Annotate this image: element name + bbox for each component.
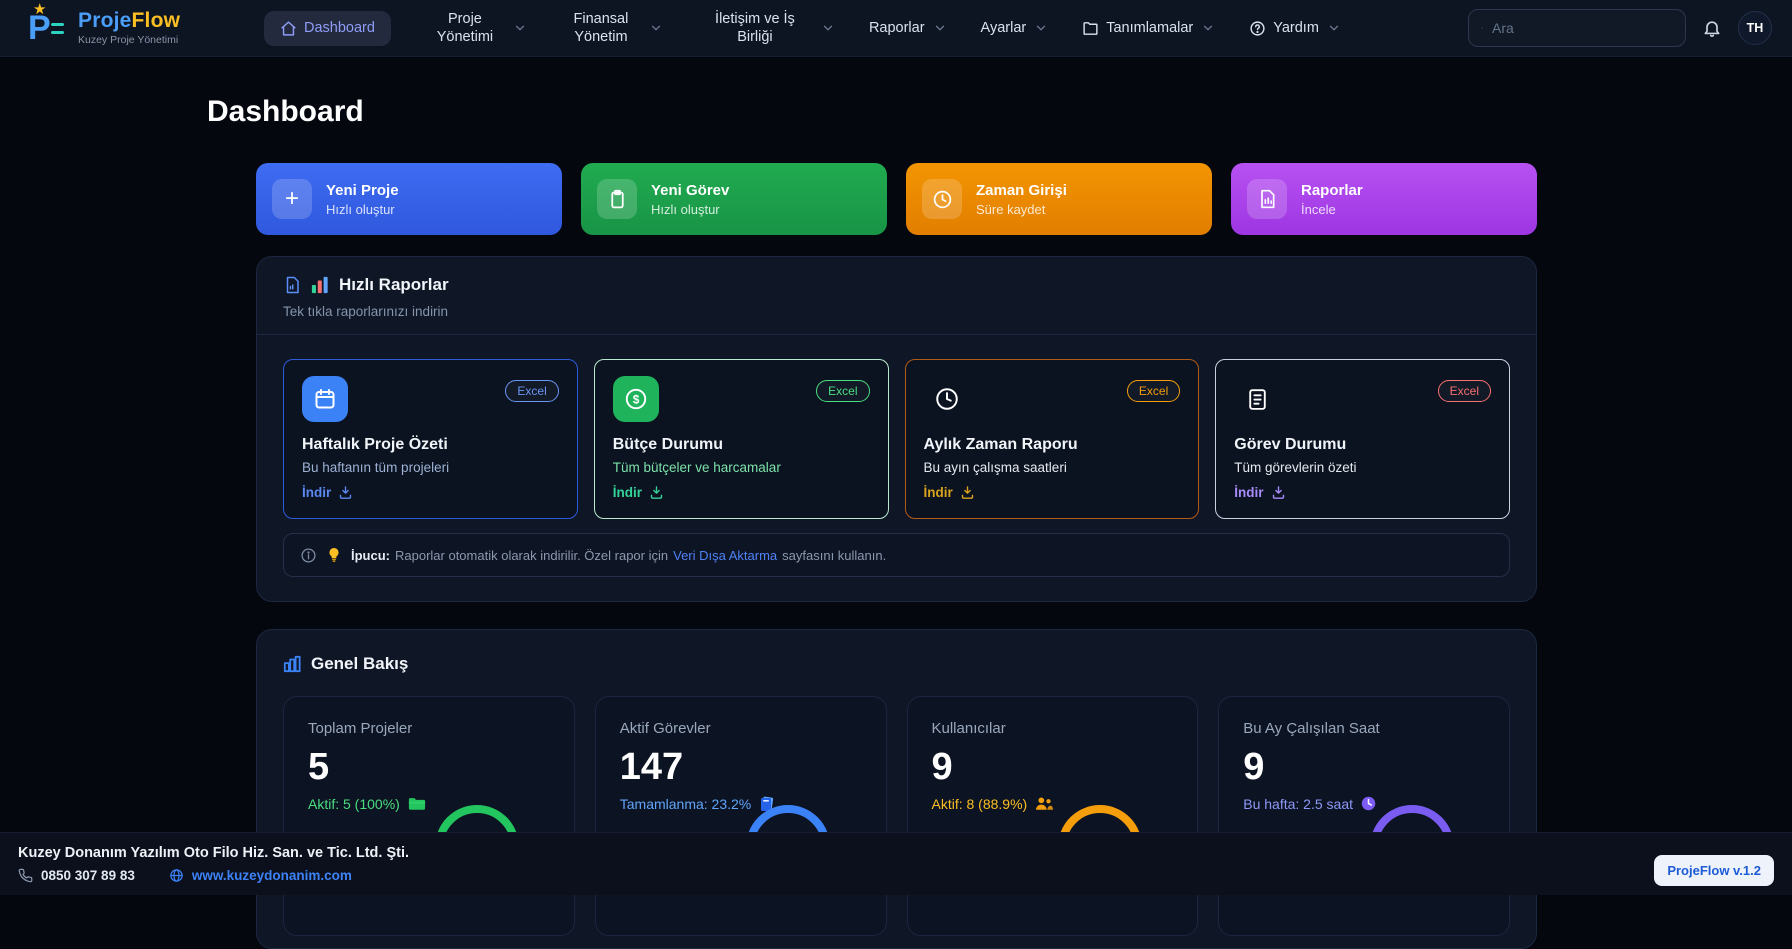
- info-icon: [300, 547, 317, 564]
- stat-card-kullanicilar: Kullanıcılar 9 Aktif: 8 (88.9%): [907, 696, 1199, 936]
- tip-suffix: sayfasını kullanın.: [782, 548, 886, 563]
- nav-item-dashboard[interactable]: Dashboard: [264, 11, 391, 46]
- format-badge: Excel: [816, 380, 869, 402]
- chevron-down-icon: [1034, 21, 1048, 35]
- clock-purple-icon: [1361, 796, 1376, 811]
- footer: Kuzey Donanım Yazılım Oto Filo Hiz. San.…: [0, 832, 1792, 895]
- report-card-gorev-durumu[interactable]: Excel Görev Durumu Tüm görevlerin özeti …: [1215, 359, 1510, 519]
- stat-card-toplam-projeler: Toplam Projeler 5 Aktif: 5 (100%): [283, 696, 575, 936]
- divider: [257, 334, 1536, 335]
- dollar-icon: $: [613, 376, 659, 422]
- tip-text: Raporlar otomatik olarak indirilir. Özel…: [395, 548, 668, 563]
- globe-icon: [169, 868, 184, 883]
- stat-card-bu-ay-calisilan-saat: Bu Ay Çalışılan Saat 9 Bu hafta: 2.5 saa…: [1218, 696, 1510, 936]
- page-title: Dashboard: [207, 95, 1792, 129]
- stat-card-aktif-gorevler: Aktif Görevler 147 Tamamlanma: 23.2%: [595, 696, 887, 936]
- download-icon: [338, 485, 353, 500]
- chevron-down-icon: [933, 21, 947, 35]
- plus-icon: +: [272, 179, 312, 219]
- help-icon: [1249, 20, 1266, 37]
- quick-action-yeni-proje[interactable]: + Yeni Proje Hızlı oluştur: [256, 163, 562, 235]
- app-version-badge[interactable]: ProjeFlow v.1.2: [1654, 855, 1774, 886]
- footer-company-name: Kuzey Donanım Yazılım Oto Filo Hiz. San.…: [18, 845, 409, 861]
- overview-panel: Genel Bakış Toplam Projeler 5 Aktif: 5 (…: [256, 629, 1537, 949]
- top-navigation: ★ P ProjeFlow Kuzey Proje Yönetimi Dashb…: [0, 0, 1792, 57]
- chevron-down-icon: [513, 21, 527, 35]
- report-icon: [1247, 179, 1287, 219]
- folder-icon: [1082, 20, 1099, 37]
- brand-name-primary: Proje: [78, 9, 132, 32]
- main-content: Dashboard + Yeni Proje Hızlı oluştur Yen…: [0, 95, 1792, 949]
- download-link[interactable]: İndir: [924, 485, 1181, 500]
- quick-action-raporlar[interactable]: Raporlar İncele: [1231, 163, 1537, 235]
- nav-item-raporlar[interactable]: Raporlar: [869, 20, 947, 36]
- report-cards-row: Excel Haftalık Proje Özeti Bu haftanın t…: [283, 359, 1510, 519]
- folder-green-icon: [408, 796, 426, 811]
- users-orange-icon: [1035, 796, 1053, 811]
- report-card-butce-durumu[interactable]: $ Excel Bütçe Durumu Tüm bütçeler ve har…: [594, 359, 889, 519]
- chevron-down-icon: [1201, 21, 1215, 35]
- home-icon: [280, 20, 297, 37]
- nav-item-yardim[interactable]: Yardım: [1249, 20, 1341, 37]
- report-card-haftalik-proje-ozeti[interactable]: Excel Haftalık Proje Özeti Bu haftanın t…: [283, 359, 578, 519]
- search-icon: [1481, 20, 1483, 36]
- chevron-down-icon: [649, 21, 663, 35]
- brand-tagline: Kuzey Proje Yönetimi: [78, 35, 180, 47]
- download-icon: [1271, 485, 1286, 500]
- footer-phone[interactable]: 0850 307 89 83: [41, 868, 135, 883]
- notifications-bell-icon[interactable]: [1702, 18, 1722, 38]
- download-link[interactable]: İndir: [613, 485, 870, 500]
- tip-link-veri-disa-aktarma[interactable]: Veri Dışa Aktarma: [673, 548, 777, 563]
- clock-icon: [924, 376, 970, 422]
- nav-item-ayarlar[interactable]: Ayarlar: [981, 20, 1049, 36]
- download-link[interactable]: İndir: [1234, 485, 1491, 500]
- main-menu: Dashboard Proje Yönetimi Finansal Yöneti…: [264, 10, 1341, 46]
- quick-reports-panel: Hızlı Raporlar Tek tıkla raporlarınızı i…: [256, 256, 1537, 602]
- app-logo[interactable]: ★ P ProjeFlow Kuzey Proje Yönetimi: [26, 5, 238, 51]
- download-icon: [649, 485, 664, 500]
- download-icon: [960, 485, 975, 500]
- clock-icon: [922, 179, 962, 219]
- phone-icon: [18, 868, 33, 883]
- quick-action-yeni-gorev[interactable]: Yeni Görev Hızlı oluştur: [581, 163, 887, 235]
- format-badge: Excel: [1438, 380, 1491, 402]
- footer-website-link[interactable]: www.kuzeydonanim.com: [192, 868, 352, 883]
- search-box[interactable]: [1468, 9, 1686, 47]
- format-badge: Excel: [505, 380, 558, 402]
- nav-item-iletisim-is-birligi[interactable]: İletişim ve İş Birliği: [697, 10, 835, 46]
- quick-reports-subtitle: Tek tıkla raporlarınızı indirin: [283, 304, 1510, 319]
- bar-chart-blue-icon: [283, 655, 301, 673]
- clipboard-icon: [597, 179, 637, 219]
- tip-bar: İpucu: Raporlar otomatik olarak indirili…: [283, 533, 1510, 577]
- report-card-aylik-zaman-raporu[interactable]: Excel Aylık Zaman Raporu Bu ayın çalışma…: [905, 359, 1200, 519]
- quick-action-zaman-girisi[interactable]: Zaman Girişi Süre kaydet: [906, 163, 1212, 235]
- nav-item-tanimlamalar[interactable]: Tanımlamalar: [1082, 20, 1215, 37]
- tip-label: İpucu:: [351, 548, 390, 563]
- lightbulb-icon: [327, 547, 341, 563]
- nav-item-proje-yonetimi[interactable]: Proje Yönetimi: [425, 10, 527, 46]
- format-badge: Excel: [1127, 380, 1180, 402]
- chevron-down-icon: [821, 21, 835, 35]
- chevron-down-icon: [1327, 21, 1341, 35]
- quick-actions-row: + Yeni Proje Hızlı oluştur Yeni Görev Hı…: [256, 163, 1537, 235]
- document-icon: [283, 276, 301, 294]
- stat-cards-row: Toplam Projeler 5 Aktif: 5 (100%) Aktif …: [283, 696, 1510, 936]
- svg-text:$: $: [632, 392, 639, 406]
- nav-right-tools: TH: [1468, 9, 1772, 47]
- user-avatar[interactable]: TH: [1738, 11, 1772, 45]
- search-input[interactable]: [1492, 20, 1673, 36]
- task-doc-icon: [1234, 376, 1280, 422]
- quick-reports-title: Hızlı Raporlar: [339, 275, 449, 295]
- download-link[interactable]: İndir: [302, 485, 559, 500]
- logo-mark-icon: ★ P: [26, 5, 66, 51]
- bar-chart-icon: [311, 276, 329, 294]
- overview-title: Genel Bakış: [311, 654, 408, 674]
- brand-name-secondary: Flow: [132, 9, 181, 32]
- calendar-icon: [302, 376, 348, 422]
- nav-item-finansal-yonetim[interactable]: Finansal Yönetim: [561, 10, 663, 46]
